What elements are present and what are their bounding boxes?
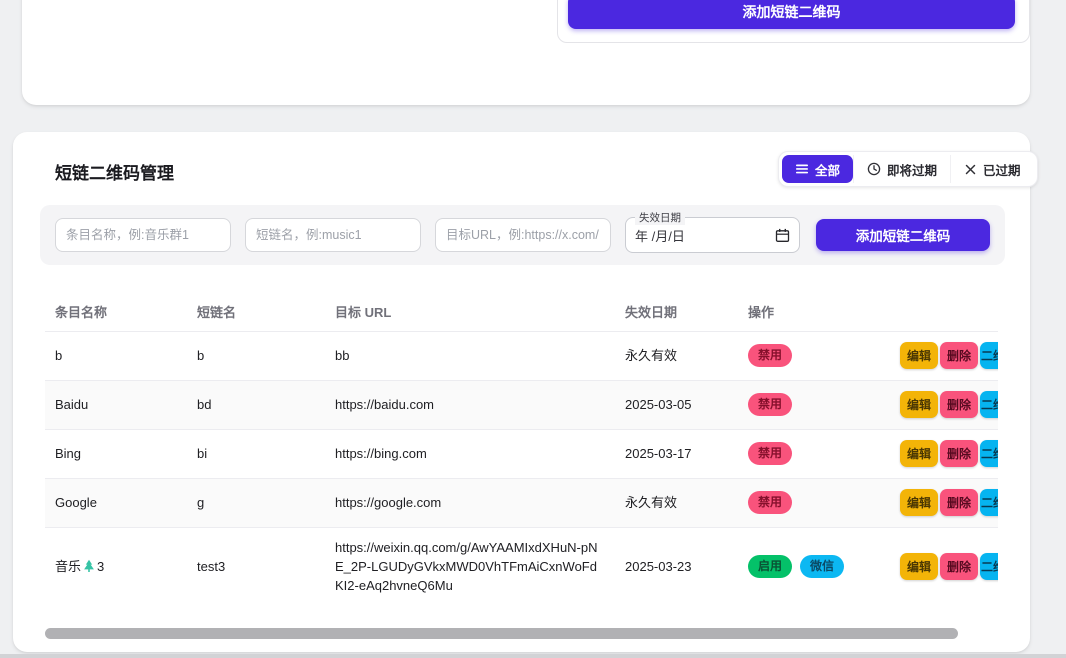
header-actions: 操作 [748,295,900,331]
x-icon [964,163,977,176]
entry-expiry: 永久有效 [625,478,748,527]
tab-all-label: 全部 [815,160,840,179]
filter-tabs: 全部 即将过期 已过期 [778,151,1038,187]
clock-icon [867,162,881,176]
entry-url: https://baidu.com [335,380,625,429]
entry-expiry: 2025-03-23 [625,527,748,605]
qr-table: 条目名称 短链名 目标 URL 失效日期 操作 b b bb 永久有效 禁用 编… [45,295,998,605]
target-url-input[interactable] [435,218,611,252]
header-spacer [900,295,998,331]
header-target-url: 目标 URL [335,295,625,331]
entry-url: https://bing.com [335,429,625,478]
expiry-date-value: 年 /月/日 [635,226,775,245]
row-actions: 编辑删除二维码 [900,553,998,580]
delete-button[interactable]: 删除 [940,342,978,369]
status-badges: 禁用 [748,393,900,416]
entry-slug: bi [197,429,335,478]
qrcode-button[interactable]: 二维码 [980,489,998,516]
entry-name: Baidu [55,397,88,412]
expiry-date-input[interactable]: 失效日期 年 /月/日 [625,217,800,253]
entry-name-suffix: 3 [97,559,104,574]
qrcode-button[interactable]: 二维码 [980,553,998,580]
qr-manager-card: 短链二维码管理 全部 即将过期 已过期 [13,132,1030,652]
status-badges: 禁用 [748,344,900,367]
status-badges: 启用微信 [748,555,900,578]
header-entry-name: 条目名称 [45,295,197,331]
entry-name-input[interactable] [55,218,231,252]
header-slug: 短链名 [197,295,335,331]
status-badges: 禁用 [748,491,900,514]
entry-url: bb [335,331,625,380]
table-row: Bing bi https://bing.com 2025-03-17 禁用 编… [45,429,998,478]
qr-create-card: 微信二维码 添加短链二维码 [22,0,1030,105]
header-expiry: 失效日期 [625,295,748,331]
horizontal-scrollbar-thumb[interactable] [45,628,958,639]
row-actions: 编辑删除二维码 [900,391,998,418]
edit-button[interactable]: 编辑 [900,553,938,580]
edit-button[interactable]: 编辑 [900,489,938,516]
entry-url: https://weixin.qq.com/g/AwYAAMIxdXHuN-pN… [335,527,625,605]
entry-slug: b [197,331,335,380]
add-form: 失效日期 年 /月/日 添加短链二维码 [40,205,1005,265]
qrcode-button[interactable]: 二维码 [980,440,998,467]
slug-input[interactable] [245,218,421,252]
table-row: b b bb 永久有效 禁用 编辑删除二维码 [45,331,998,380]
status-badge[interactable]: 微信 [800,555,844,578]
status-badge[interactable]: 禁用 [748,442,792,465]
tab-all[interactable]: 全部 [782,155,853,183]
window-bottom-edge [0,654,1066,658]
table-header-row: 条目名称 短链名 目标 URL 失效日期 操作 [45,295,998,331]
entry-expiry: 永久有效 [625,331,748,380]
edit-button[interactable]: 编辑 [900,440,938,467]
expiry-date-label: 失效日期 [635,210,685,225]
edit-button[interactable]: 编辑 [900,342,938,369]
wechat-qr-panel: 微信二维码 添加短链二维码 [557,0,1030,43]
table-row: 音乐 3 test3 https://weixin.qq.com/g/AwYAAM… [45,527,998,605]
tab-expiring-label: 即将过期 [887,160,937,179]
entry-slug: g [197,478,335,527]
entry-expiry: 2025-03-05 [625,380,748,429]
table-row: Google g https://google.com 永久有效 禁用 编辑删除… [45,478,998,527]
status-badge[interactable]: 禁用 [748,344,792,367]
entry-expiry: 2025-03-17 [625,429,748,478]
status-badges: 禁用 [748,442,900,465]
tab-expired[interactable]: 已过期 [950,155,1034,183]
add-qr-button-top[interactable]: 添加短链二维码 [568,0,1015,29]
list-icon [795,162,809,176]
status-badge[interactable]: 禁用 [748,393,792,416]
calendar-icon[interactable] [775,228,790,243]
page-title: 短链二维码管理 [55,159,174,184]
status-badge[interactable]: 启用 [748,555,792,578]
row-actions: 编辑删除二维码 [900,489,998,516]
delete-button[interactable]: 删除 [940,440,978,467]
tree-icon [82,559,96,573]
entry-slug: test3 [197,527,335,605]
entry-name: Bing [55,446,81,461]
add-qr-button[interactable]: 添加短链二维码 [816,219,990,251]
qrcode-button[interactable]: 二维码 [980,342,998,369]
entry-url: https://google.com [335,478,625,527]
row-actions: 编辑删除二维码 [900,342,998,369]
status-badge[interactable]: 禁用 [748,491,792,514]
row-actions: 编辑删除二维码 [900,440,998,467]
tab-expired-label: 已过期 [983,160,1021,179]
tab-expiring[interactable]: 即将过期 [853,155,950,183]
edit-button[interactable]: 编辑 [900,391,938,418]
entry-name: Google [55,495,97,510]
table-row: Baidu bd https://baidu.com 2025-03-05 禁用… [45,380,998,429]
entry-slug: bd [197,380,335,429]
delete-button[interactable]: 删除 [940,489,978,516]
qr-table-body: b b bb 永久有效 禁用 编辑删除二维码 Baidu bd https://… [45,331,998,605]
table-scroll-area[interactable]: 条目名称 短链名 目标 URL 失效日期 操作 b b bb 永久有效 禁用 编… [45,295,998,625]
entry-name: 音乐 [55,559,81,574]
entry-name: b [55,348,62,363]
delete-button[interactable]: 删除 [940,553,978,580]
delete-button[interactable]: 删除 [940,391,978,418]
qrcode-button[interactable]: 二维码 [980,391,998,418]
